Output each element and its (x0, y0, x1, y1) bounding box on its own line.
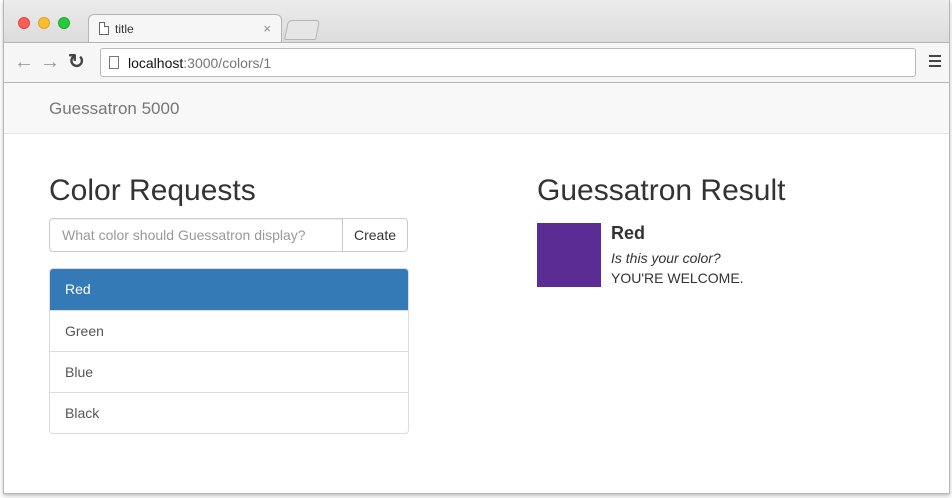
zoom-window-button[interactable] (58, 17, 70, 29)
reload-icon[interactable]: ↻ (68, 51, 85, 73)
color-request-form: Create (49, 218, 409, 252)
list-item-red[interactable]: Red (50, 269, 408, 310)
forward-arrow-icon[interactable]: → (40, 51, 60, 73)
result-body: Red Is this your color? YOU'RE WELCOME. (611, 223, 911, 286)
browser-toolbar: ← → ↻ localhost:3000/colors/1 (4, 42, 949, 83)
tab-strip: title × (4, 0, 949, 43)
browser-window: title × ← → ↻ localhost:3000/colors/1 Gu… (3, 0, 950, 494)
browser-tab[interactable]: title × (88, 14, 282, 43)
list-item-green[interactable]: Green (50, 310, 408, 351)
page-content: Guessatron 5000 Color Requests Create Re… (4, 83, 949, 493)
result-color-name: Red (611, 223, 646, 243)
url-host: localhost (128, 55, 184, 71)
color-input[interactable] (49, 218, 343, 252)
list-item-black[interactable]: Black (50, 392, 408, 433)
brand-link[interactable]: Guessatron 5000 (49, 99, 179, 119)
back-arrow-icon[interactable]: ← (14, 51, 34, 73)
tab-close-icon[interactable]: × (263, 21, 271, 36)
new-tab-button[interactable] (283, 20, 321, 40)
color-swatch (537, 223, 601, 287)
color-list: Red Green Blue Black (49, 268, 409, 434)
address-bar[interactable]: localhost:3000/colors/1 (100, 48, 916, 77)
document-icon (99, 22, 109, 35)
result-question: Is this your color? (611, 250, 721, 266)
result-panel: Guessatron Result Red Is this your color… (537, 173, 917, 287)
hamburger-menu-icon[interactable] (929, 55, 941, 67)
result-heading: Guessatron Result (537, 174, 786, 207)
close-window-button[interactable] (18, 17, 30, 29)
minimize-window-button[interactable] (38, 17, 50, 29)
app-navbar: Guessatron 5000 (4, 83, 949, 134)
create-button[interactable]: Create (342, 218, 408, 252)
result-answer: YOU'RE WELCOME. (611, 270, 744, 286)
url-path: :3000/colors/1 (183, 55, 272, 71)
tab-title: title (115, 22, 134, 36)
url-text[interactable]: localhost:3000/colors/1 (128, 55, 271, 71)
list-item-blue[interactable]: Blue (50, 351, 408, 392)
page-icon (109, 56, 119, 69)
color-requests-heading: Color Requests (49, 174, 256, 207)
color-requests-panel: Color Requests Create Red Green Blue Bla… (49, 173, 409, 434)
